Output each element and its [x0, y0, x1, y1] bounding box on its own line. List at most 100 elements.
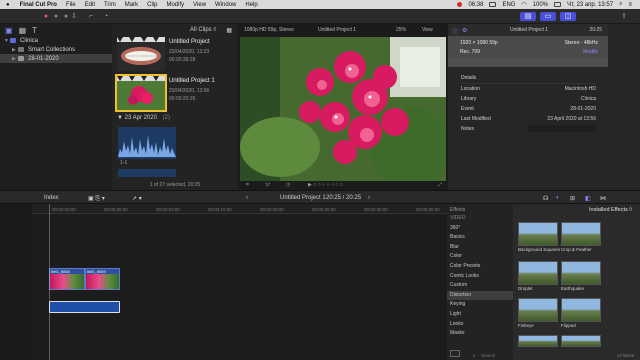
menu-file[interactable]: File	[66, 2, 76, 8]
locale-indicator[interactable]: ENG	[502, 2, 515, 8]
search-icon[interactable]: ⌕	[473, 353, 476, 358]
effect-category[interactable]: Blur	[447, 243, 513, 253]
transitions-browser-icon[interactable]: ⋈	[600, 195, 606, 202]
menu-window[interactable]: Window	[215, 2, 236, 8]
menu-clip[interactable]: Clip	[147, 2, 157, 8]
layout-inspector-toggle-icon[interactable]: ◫	[560, 12, 576, 21]
effect-tile[interactable]: Background Squares	[518, 222, 560, 252]
browser-settings-icon[interactable]: ▦	[226, 27, 232, 34]
play-button[interactable]: ▶ ○ ○ ○ ○ ○ ○ ○	[308, 182, 343, 188]
wifi-icon[interactable]: ◠	[521, 1, 526, 8]
modify-button[interactable]: Modify	[583, 49, 598, 55]
sidebar-library-row[interactable]: ▼ Clinica	[0, 36, 112, 45]
effect-tile[interactable]	[561, 335, 601, 347]
effect-category[interactable]: Masks	[447, 329, 513, 339]
menu-modify[interactable]: Modify	[166, 2, 184, 8]
battery-icon[interactable]	[554, 2, 562, 7]
edit-tools-icon[interactable]: ▣ ⎘ ▾	[88, 195, 105, 203]
clip-thumbnail-selected[interactable]	[115, 74, 167, 112]
menu-app-name[interactable]: Final Cut Pro	[20, 2, 57, 8]
select-tool-icon[interactable]: ➚ ▾	[132, 195, 142, 202]
menu-mark[interactable]: Mark	[125, 2, 138, 8]
effect-category[interactable]: Keying	[447, 300, 513, 310]
menu-help[interactable]: Help	[245, 2, 257, 8]
clip-filmstrip	[50, 274, 84, 289]
snapping-icon[interactable]: ⊞	[570, 195, 575, 202]
clip-filter-dropdown[interactable]: All Clips ◊	[190, 27, 216, 33]
effect-category[interactable]: Looks	[447, 320, 513, 330]
effect-category[interactable]: 360°	[447, 224, 513, 234]
effect-category[interactable]: Custom	[447, 281, 513, 291]
effect-category[interactable]: Color	[447, 252, 513, 262]
control-center-icon[interactable]: ≡	[628, 2, 632, 8]
timeline-ruler[interactable]: 00:00:00:00 00:00:05:00 00:00:10:00 00:0…	[32, 204, 447, 214]
effect-category[interactable]: Comic Looks	[447, 272, 513, 282]
share-icon[interactable]: ⇪	[618, 12, 630, 21]
effect-tile[interactable]: Earthquake	[561, 261, 601, 291]
headphones-icon[interactable]: ☊	[543, 195, 548, 202]
effects-section-video[interactable]: VIDEO	[447, 214, 513, 224]
sidebar-event-row[interactable]: ▶ 28-01-2020	[0, 54, 112, 63]
effect-category[interactable]: Color Presets	[447, 262, 513, 272]
sidebar-smart-collections-row[interactable]: ▶ Smart Collections	[0, 45, 112, 54]
disclosure-open-icon[interactable]: ▼	[117, 115, 125, 121]
speed-icon[interactable]: ◷	[286, 182, 290, 188]
history-back-icon[interactable]: ‹	[246, 195, 248, 201]
audio-clip-thumbnail[interactable]	[118, 127, 176, 159]
zoom-dropdown[interactable]: 25%	[396, 27, 406, 33]
effects-browser-icon[interactable]: ◧	[585, 195, 591, 202]
transform-tool-icon[interactable]: ⌗	[246, 182, 249, 188]
fullscreen-icon[interactable]: ⤢	[438, 182, 442, 188]
menubar-datetime[interactable]: Чт, 23 апр. 13:57	[567, 2, 613, 8]
effect-tile[interactable]: Droplet	[518, 261, 558, 291]
browser-status: 1 of 27 selected, 20:25	[149, 182, 201, 188]
layout-timeline-toggle-icon[interactable]: ▭	[540, 12, 556, 21]
effect-tile[interactable]: Crop & Feather	[561, 222, 601, 252]
date-group-header[interactable]: ▼ 23 Apr 2020 (2)	[117, 115, 170, 121]
layout-browser-toggle-icon[interactable]: ▤	[520, 12, 536, 21]
timeline-area[interactable]: 00:00:00:00 00:00:05:00 00:00:10:00 00:0…	[32, 204, 447, 360]
menu-view[interactable]: View	[193, 2, 206, 8]
browser-clip-row[interactable]: Untitled Project 23/04/2020, 13:23 00:00…	[117, 37, 235, 71]
effect-category-selected[interactable]: Distortion	[447, 290, 513, 301]
effect-tile[interactable]: Flipped	[561, 298, 601, 328]
timeline-video-clip[interactable]: IMG_6068	[49, 268, 85, 290]
playhead[interactable]	[49, 204, 50, 360]
battery-percent[interactable]: 100%	[533, 2, 548, 8]
retime-icon[interactable]: ⤱	[266, 182, 270, 188]
keyword-icon[interactable]: ⌐	[85, 12, 97, 21]
share-inspector-icon[interactable]: ⚙	[462, 27, 467, 34]
background-tasks-icon[interactable]: ◔	[100, 12, 112, 21]
sidebar-toggle-icon[interactable]	[450, 350, 460, 357]
effects-search-field[interactable]: Search	[481, 353, 495, 358]
effect-tile[interactable]: Fisheye	[518, 298, 558, 328]
inspector-notes-row: Notes	[448, 124, 608, 134]
recording-icon[interactable]	[457, 2, 463, 7]
effect-tile[interactable]	[518, 335, 558, 347]
search-icon[interactable]: ⌕	[619, 1, 622, 8]
audio-clip-thumbnail-2[interactable]	[118, 169, 176, 177]
notes-field[interactable]	[528, 125, 596, 132]
timeline-audio-clip[interactable]	[49, 301, 120, 313]
apple-menu-icon[interactable]: ●	[6, 2, 10, 8]
index-button[interactable]: Index	[44, 195, 59, 201]
installed-effects-dropdown[interactable]: Installed Effects ◊	[513, 204, 640, 214]
view-dropdown[interactable]: View	[422, 27, 433, 33]
info-inspector-icon[interactable]: ⓘ	[452, 27, 458, 36]
history-forward-icon[interactable]: ›	[368, 195, 370, 201]
titles-tab-icon[interactable]: T	[32, 26, 37, 35]
import-media-icon[interactable]: ⇩	[68, 12, 80, 21]
viewer-panel: 1080p HD 59p, Stereo Untitled Project 1 …	[238, 24, 448, 191]
clip-thumbnail[interactable]	[117, 37, 165, 71]
browser-clip-row-selected[interactable]: Untitled Project 1 23/04/2020, 13:56 00:…	[115, 74, 235, 112]
video-frame[interactable]	[240, 37, 446, 191]
display-icon[interactable]	[489, 2, 497, 7]
menu-edit[interactable]: Edit	[85, 2, 95, 8]
menu-trim[interactable]: Trim	[104, 2, 116, 8]
effect-category[interactable]: Light	[447, 310, 513, 320]
photos-tab-icon[interactable]: ▦	[19, 26, 27, 35]
libraries-tab-icon[interactable]: ▣	[5, 26, 13, 35]
skimming-icon[interactable]: ◐	[556, 195, 560, 201]
effect-category[interactable]: Basics	[447, 233, 513, 243]
timeline-video-clip[interactable]: IMG_6069	[85, 268, 120, 290]
